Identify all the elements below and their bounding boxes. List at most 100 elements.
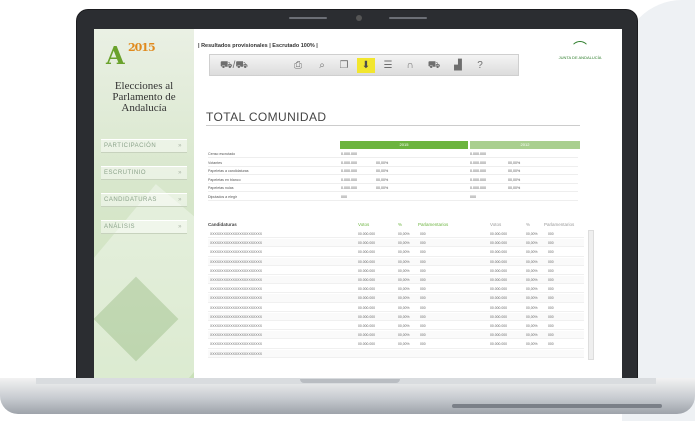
- site-title: Elecciones al Parlamento de Andalucía: [112, 80, 176, 114]
- table-cell: XXXXXXXXXXXXXXXXXXXXXXX: [210, 287, 263, 292]
- table-cell: 000: [548, 250, 554, 255]
- junta-arch-icon: ⌒: [573, 40, 587, 56]
- table-row[interactable]: XXXXXXXXXXXXXXXXXXXXXXX 00.000.000 00,00% 0…: [208, 294, 584, 303]
- table-cell: 00.000.000: [490, 278, 507, 282]
- table-row[interactable]: XXXXXXXXXXXXXXXXXXXXXXX 00.000.000 00,00% 0…: [208, 322, 584, 331]
- table-cell: XXXXXXXXXXXXXXXXXXXXXXX: [210, 305, 263, 310]
- table-cell: 00.000.000: [490, 259, 507, 264]
- summary-row: Papeletas en blanco 0.000.000 00,00% 0.000.…: [208, 177, 578, 184]
- table-cell: XXXXXXXXXXXXXXXXXXXXXXX: [210, 333, 263, 338]
- table-cell: XXXXXXXXXXXXXXXXXXXXXXX: [210, 314, 263, 319]
- table-cell: 00,00%: [398, 324, 410, 328]
- parliament-icon[interactable]: ∩: [402, 58, 418, 73]
- col-header: Votos: [490, 222, 502, 227]
- table-cell: 00,00%: [526, 314, 538, 319]
- nav-item-candidaturas[interactable]: CANDIDATURAS »: [101, 193, 187, 207]
- table-cell: XXXXXXXXXXXXXXXXXXXXXXX: [210, 259, 263, 264]
- table-cell: 00.000.000: [490, 268, 507, 273]
- table-cell: 00,00%: [526, 250, 538, 255]
- camera-icon: [356, 15, 362, 21]
- junta-logo[interactable]: ⌒ JUNTA DE ANDALUCÍA: [550, 41, 610, 71]
- list-icon[interactable]: ☰: [380, 58, 396, 73]
- table-row[interactable]: XXXXXXXXXXXXXXXXXXXXXXX 00.000.000 00,00% 0…: [208, 230, 584, 239]
- table-cell: 00,00%: [526, 241, 538, 246]
- table-cell: 00.000.000: [490, 342, 507, 347]
- table-cell: 000: [420, 278, 426, 282]
- table-cell: XXXXXXXXXXXXXXXXXXXXXXX: [210, 278, 263, 282]
- table-cell: 00,00%: [526, 268, 538, 273]
- junta-label: JUNTA DE ANDALUCÍA: [558, 55, 602, 60]
- table-scrollbar[interactable]: [588, 230, 594, 360]
- table-cell: 00,00%: [526, 287, 538, 292]
- chevron-right-icon: »: [178, 224, 182, 230]
- table-cell: 000: [548, 241, 554, 246]
- table-cell: 00.000.000: [358, 259, 375, 264]
- table-cell: 00,00%: [526, 259, 538, 264]
- table-cell: 00,00%: [398, 333, 410, 338]
- bar-chart-icon[interactable]: ▟: [450, 58, 466, 73]
- table-cell: 000: [548, 287, 554, 292]
- table-cell: 00,00%: [398, 259, 410, 264]
- laptop-base-edge: [452, 404, 662, 408]
- print-icon[interactable]: ⎙: [290, 58, 306, 73]
- table-row[interactable]: XXXXXXXXXXXXXXXXXXXXXXX 00.000.000 00,00% 0…: [208, 312, 584, 321]
- table-cell: 000: [420, 287, 426, 292]
- summary-cell: 00,00%: [508, 169, 521, 173]
- table-row[interactable]: XXXXXXXXXXXXXXXXXXXXXXX: [208, 349, 584, 358]
- table-row[interactable]: XXXXXXXXXXXXXXXXXXXXXXX 00.000.000 00,00% 0…: [208, 239, 584, 248]
- summary-cell: 0.000.000: [341, 177, 357, 182]
- table-cell: XXXXXXXXXXXXXXXXXXXXXXX: [210, 296, 263, 301]
- table-row[interactable]: XXXXXXXXXXXXXXXXXXXXXXX 00.000.000 00,00% 0…: [208, 285, 584, 294]
- table-cell: 00.000.000: [358, 296, 375, 301]
- table-cell: 00,00%: [526, 324, 538, 328]
- nav-item-escrutinio[interactable]: ESCRUTINIO »: [101, 166, 187, 180]
- table-cell: XXXXXXXXXXXXXXXXXXXXXXX: [210, 268, 263, 273]
- col-header: %: [526, 222, 531, 227]
- table-cell: 000: [420, 342, 426, 347]
- table-row[interactable]: XXXXXXXXXXXXXXXXXXXXXXX 00.000.000 00,00% 0…: [208, 331, 584, 340]
- results-status: | Resultados provisionales | Escrutado 1…: [198, 43, 318, 49]
- table-cell: 00.000.000: [490, 305, 507, 310]
- table-row[interactable]: XXXXXXXXXXXXXXXXXXXXXXX 00.000.000 00,00% 0…: [208, 248, 584, 257]
- logo-a-icon: A: [106, 41, 125, 70]
- region-map-icon[interactable]: ⛟: [424, 58, 444, 73]
- table-cell: 00,00%: [526, 333, 538, 338]
- summary-cell: 0.000.000: [470, 186, 486, 190]
- summary-cell: 0.000.000: [341, 152, 357, 156]
- table-cell: 000: [548, 305, 554, 310]
- summary-cell: Papeletas nulas: [208, 186, 234, 190]
- table-cell: 00.000.000: [358, 232, 375, 236]
- table-cell: 00.000.000: [490, 241, 507, 246]
- candidates-header: Candidaturas Votos % Parlamentarios Voto…: [208, 221, 590, 229]
- zoom-icon[interactable]: ⌕: [314, 58, 330, 73]
- download-icon[interactable]: ⬇: [357, 58, 375, 73]
- nav-item-analisis[interactable]: ANÁLISIS »: [101, 220, 187, 234]
- toolbar: ⛟/⛟ ⎙ ⌕ ❐ ⬇ ☰ ∩ ⛟ ▟ ?: [209, 54, 519, 76]
- table-row[interactable]: XXXXXXXXXXXXXXXXXXXXXXX 00.000.000 00,00% 0…: [208, 257, 584, 266]
- table-cell: 00,00%: [398, 268, 410, 273]
- table-row[interactable]: XXXXXXXXXXXXXXXXXXXXXXX 00.000.000 00,00% 0…: [208, 266, 584, 275]
- table-row[interactable]: XXXXXXXXXXXXXXXXXXXXXXX 00.000.000 00,00% 0…: [208, 303, 584, 312]
- help-icon[interactable]: ?: [472, 58, 488, 73]
- summary-cell: Censo escrutado: [208, 152, 236, 156]
- col-header: Votos: [358, 222, 370, 227]
- elections-logo[interactable]: A 2015: [106, 41, 184, 79]
- summary-cell: 00,00%: [376, 160, 389, 165]
- col-header: Parlamentarios: [418, 222, 449, 227]
- table-cell: 000: [420, 314, 426, 319]
- table-row[interactable]: XXXXXXXXXXXXXXXXXXXXXXX 00.000.000 00,00% 0…: [208, 340, 584, 349]
- table-cell: 00,00%: [526, 296, 538, 301]
- table-cell: 000: [548, 259, 554, 264]
- copy-icon[interactable]: ❐: [336, 58, 352, 73]
- summary-cell: 0.000.000: [341, 186, 357, 190]
- table-cell: 00.000.000: [358, 268, 375, 273]
- summary-row: Papeletas nulas 0.000.000 00,00% 0.000.000 0…: [208, 185, 578, 192]
- table-cell: 00.000.000: [490, 287, 507, 292]
- table-row[interactable]: XXXXXXXXXXXXXXXXXXXXXXX 00.000.000 00,00% 0…: [208, 276, 584, 285]
- nav-item-participacion[interactable]: PARTICIPACIÓN »: [101, 139, 187, 153]
- chevron-right-icon: »: [178, 170, 182, 176]
- logo-year: 2015: [128, 41, 156, 54]
- summary-row: Papeletas a candidaturas 0.000.000 00,00% 0…: [208, 168, 578, 175]
- table-cell: 000: [420, 250, 426, 255]
- map-icon[interactable]: ⛟/⛟: [216, 58, 252, 73]
